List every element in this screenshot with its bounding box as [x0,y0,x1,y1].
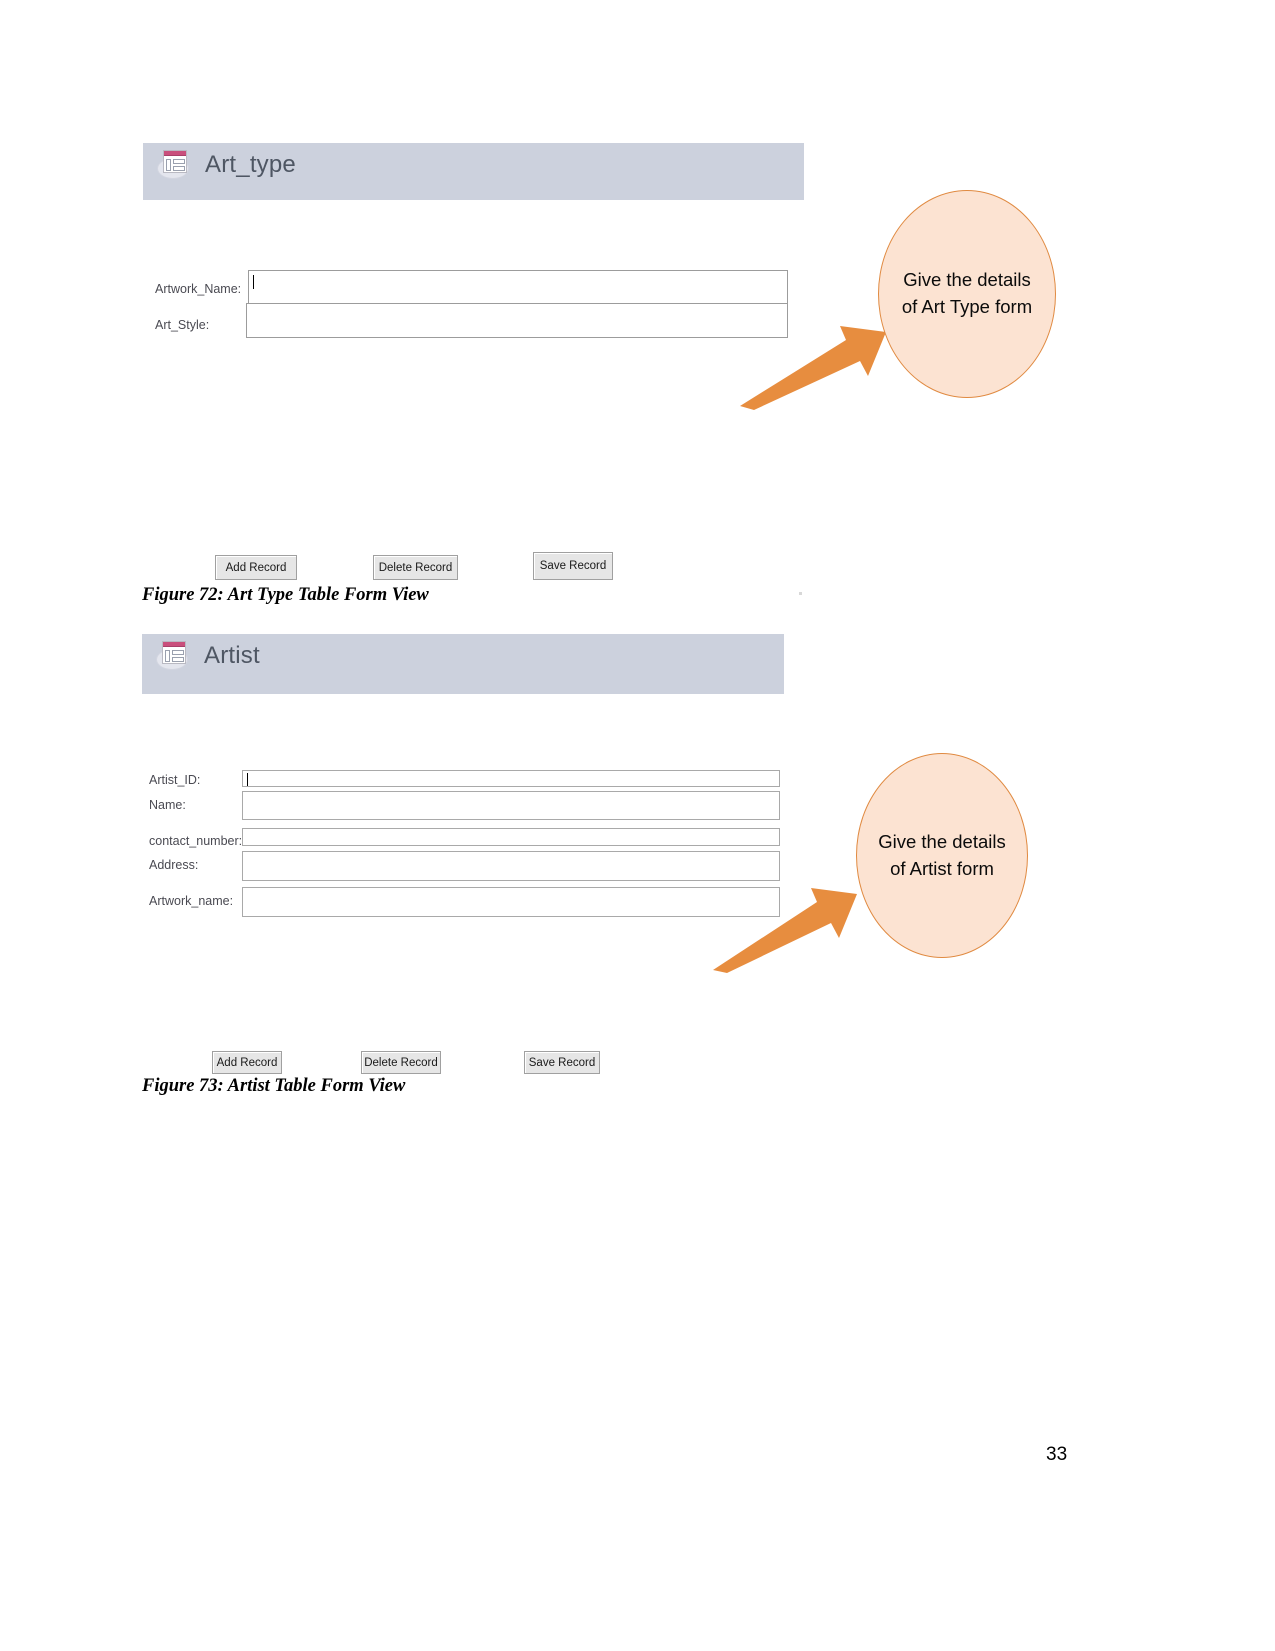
access-form-icon [157,149,191,179]
artist-form: Artist Artist_ID: Name: contact_number: … [142,634,784,1074]
page-number: 33 [1046,1444,1068,1465]
art-type-form: Art_type Artwork_Name: Art_Style: Add Re… [143,143,804,595]
callout-arrow-artist [713,888,857,973]
add-record-button[interactable]: Add Record [212,1051,282,1074]
field-label-address: Address: [149,858,199,872]
add-record-button[interactable]: Add Record [215,555,297,580]
field-input-art-style[interactable] [246,303,788,338]
save-record-button[interactable]: Save Record [524,1051,600,1074]
field-input-name[interactable] [242,791,780,820]
callout-text-artist: Give the details of Artist form [878,830,1006,879]
field-input-artwork-name-2[interactable] [242,887,780,917]
artist-form-title: Artist [204,641,260,669]
field-label-contact-number: contact_number: [149,834,243,848]
field-input-address[interactable] [242,851,780,881]
field-label-artist-id: Artist_ID: [149,773,201,787]
callout-text-art-type: Give the details of Art Type form [901,269,1033,317]
art-type-form-header: Art_type [143,143,804,200]
art-type-form-body: Artwork_Name: Art_Style: Add Record Dele… [143,200,804,595]
text-caret [253,275,254,289]
artist-form-body: Artist_ID: Name: contact_number: Address… [142,694,784,1074]
field-input-artwork-name[interactable] [248,270,788,304]
document-page: Art_type Artwork_Name: Art_Style: Add Re… [0,0,1275,1651]
art-type-form-title: Art_type [205,150,296,178]
field-label-artwork-name-2: Artwork_name: [149,894,234,908]
field-input-artist-id[interactable] [242,770,780,787]
save-record-button[interactable]: Save Record [533,552,613,580]
access-form-icon [156,640,190,670]
artist-form-header: Artist [142,634,784,694]
figure-caption-73: Figure 73: Artist Table Form View [142,1076,406,1096]
figure-caption-72: Figure 72: Art Type Table Form View [142,585,429,605]
field-label-art-style: Art_Style: [155,318,210,332]
field-input-contact-number[interactable] [242,828,780,846]
callout-bubble-artist: Give the details of Artist form [856,753,1028,958]
field-label-name: Name: [149,798,186,812]
callout-artist: Give the details of Artist form [710,753,1030,988]
delete-record-button[interactable]: Delete Record [373,555,458,580]
text-caret [247,773,248,786]
field-label-artwork-name: Artwork_Name: [155,282,242,296]
callout-art-type: Give the details of Art Type form [735,190,1056,420]
page-artifact-mark [799,592,802,595]
delete-record-button[interactable]: Delete Record [361,1051,441,1074]
callout-bubble-art-type: Give the details of Art Type form [878,190,1056,398]
